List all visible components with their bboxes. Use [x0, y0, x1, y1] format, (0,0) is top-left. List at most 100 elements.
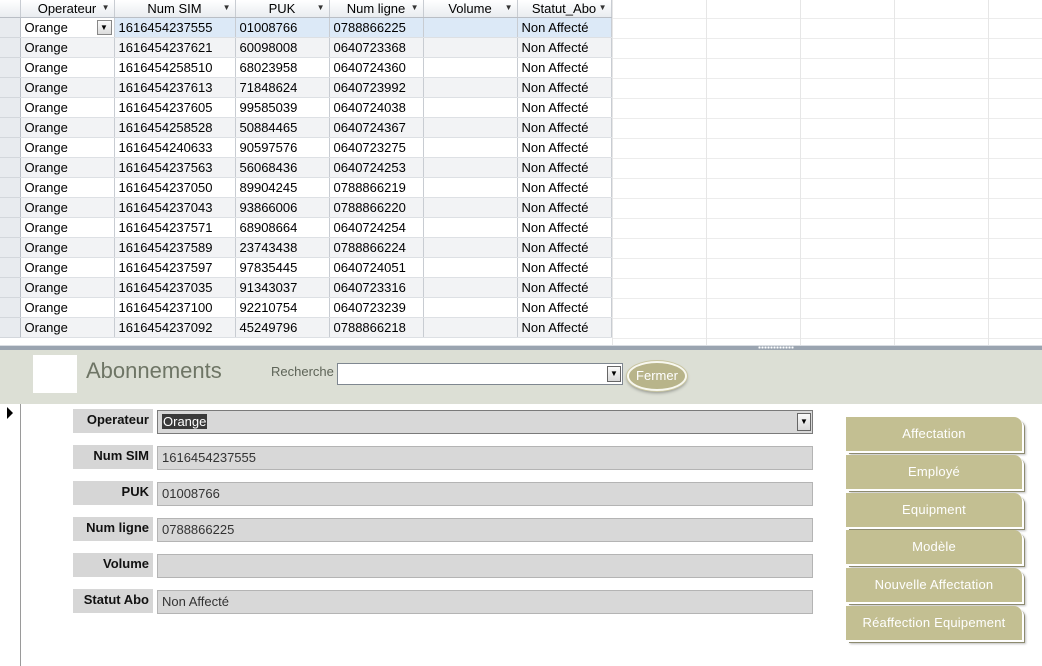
row-selector[interactable]	[0, 117, 21, 138]
table-cell[interactable]: Non Affecté	[517, 237, 612, 258]
table-cell[interactable]: 0640723368	[329, 37, 424, 58]
table-cell[interactable]	[423, 237, 518, 258]
table-cell[interactable]: 1616454237043	[114, 197, 236, 218]
table-cell[interactable]: 71848624	[235, 77, 330, 98]
table-cell[interactable]	[423, 217, 518, 238]
table-cell[interactable]: Orange	[20, 97, 115, 118]
table-cell[interactable]: 1616454258528	[114, 117, 236, 138]
table-cell[interactable]: 1616454237597	[114, 257, 236, 278]
table-cell[interactable]	[423, 277, 518, 298]
table-cell[interactable]	[423, 57, 518, 78]
table-row[interactable]: Orange 1616454237589 23743438 0788866224 Non…	[0, 237, 612, 258]
table-cell[interactable]: Orange	[20, 177, 115, 198]
table-cell[interactable]: Orange	[20, 317, 115, 338]
sort-filter-icon[interactable]: ▼	[102, 3, 110, 12]
table-cell[interactable]: Orange	[20, 297, 115, 318]
table-cell[interactable]: 97835445	[235, 257, 330, 278]
table-cell[interactable]: 0640723316	[329, 277, 424, 298]
table-cell[interactable]	[423, 257, 518, 278]
equipment-button[interactable]: Equipment	[846, 493, 1022, 527]
statut-abo-input[interactable]: Non Affecté	[157, 590, 813, 614]
table-cell[interactable]: 0788866218	[329, 317, 424, 338]
table-cell[interactable]	[423, 77, 518, 98]
table-cell[interactable]: Orange	[20, 117, 115, 138]
table-cell[interactable]	[423, 177, 518, 198]
table-cell[interactable]: Orange	[20, 57, 115, 78]
table-cell[interactable]: Orange	[20, 217, 115, 238]
table-cell[interactable]: 56068436	[235, 157, 330, 178]
num-sim-input[interactable]: 1616454237555	[157, 446, 813, 470]
sort-filter-icon[interactable]: ▼	[411, 3, 419, 12]
table-row[interactable]: Orange 1616454237050 89904245 0788866219 Non…	[0, 177, 612, 198]
table-cell[interactable]	[423, 17, 518, 38]
table-row[interactable]: Orange 1616454237092 45249796 0788866218 Non…	[0, 317, 612, 338]
table-cell[interactable]: 01008766	[235, 17, 330, 38]
column-header-num-sim[interactable]: Num SIM ▼	[114, 0, 236, 18]
table-cell[interactable]: 0640724051	[329, 257, 424, 278]
affectation-button[interactable]: Affectation	[846, 417, 1022, 451]
row-selector[interactable]	[0, 17, 21, 38]
table-row[interactable]: Orange 1616454237597 97835445 0640724051 Non…	[0, 257, 612, 278]
row-selector[interactable]	[0, 257, 21, 278]
sort-filter-icon[interactable]: ▼	[317, 3, 325, 12]
table-cell[interactable]: 1616454240633	[114, 137, 236, 158]
table-row[interactable]: Orange 1616454237100 92210754 0640723239 Non…	[0, 297, 612, 318]
sort-filter-icon[interactable]: ▼	[599, 3, 607, 12]
table-cell[interactable]: 91343037	[235, 277, 330, 298]
table-cell[interactable]: 0640723239	[329, 297, 424, 318]
column-header-volume[interactable]: Volume ▼	[423, 0, 518, 18]
record-selector[interactable]	[0, 404, 21, 666]
table-row[interactable]: Orange 1616454237563 56068436 0640724253 Non…	[0, 157, 612, 178]
table-cell[interactable]: 1616454258510	[114, 57, 236, 78]
table-cell[interactable]: 0788866224	[329, 237, 424, 258]
reaffection-equipement-button[interactable]: Réaffection Equipement	[846, 606, 1022, 640]
table-cell[interactable]: Non Affecté	[517, 17, 612, 38]
table-cell[interactable]: 0640724038	[329, 97, 424, 118]
table-cell[interactable]: 1616454237621	[114, 37, 236, 58]
table-cell[interactable]: 90597576	[235, 137, 330, 158]
table-cell[interactable]: Non Affecté	[517, 317, 612, 338]
num-ligne-input[interactable]: 0788866225	[157, 518, 813, 542]
table-row[interactable]: Orange 1616454237035 91343037 0640723316 Non…	[0, 277, 612, 298]
row-selector[interactable]	[0, 317, 21, 338]
table-cell[interactable]: 92210754	[235, 297, 330, 318]
table-cell[interactable]: Orange	[20, 237, 115, 258]
table-cell[interactable]: Non Affecté	[517, 257, 612, 278]
table-cell[interactable]: 1616454237050	[114, 177, 236, 198]
table-cell[interactable]: Orange	[20, 37, 115, 58]
table-cell[interactable]: Orange	[20, 157, 115, 178]
table-cell[interactable]: 60098008	[235, 37, 330, 58]
table-cell[interactable]	[423, 317, 518, 338]
table-cell[interactable]	[423, 37, 518, 58]
row-selector[interactable]	[0, 37, 21, 58]
table-cell[interactable]: 0788866220	[329, 197, 424, 218]
table-cell[interactable]: Orange	[20, 197, 115, 218]
table-cell[interactable]: Non Affecté	[517, 157, 612, 178]
table-row[interactable]: Orange 1616454237605 99585039 0640724038 Non…	[0, 97, 612, 118]
table-cell[interactable]: 1616454237035	[114, 277, 236, 298]
row-selector[interactable]	[0, 217, 21, 238]
table-cell[interactable]	[423, 157, 518, 178]
table-row[interactable]: Orange ▼ 1616454237555 01008766 0788866225 No…	[0, 17, 612, 38]
column-header-puk[interactable]: PUK ▼	[235, 0, 330, 18]
row-selector[interactable]	[0, 77, 21, 98]
table-cell[interactable]: 93866006	[235, 197, 330, 218]
table-cell[interactable]: Non Affecté	[517, 57, 612, 78]
table-row[interactable]: Orange 1616454237043 93866006 0788866220 Non…	[0, 197, 612, 218]
table-cell[interactable]: 68908664	[235, 217, 330, 238]
table-row[interactable]: Orange 1616454240633 90597576 0640723275 Non…	[0, 137, 612, 158]
table-cell[interactable]: 0788866219	[329, 177, 424, 198]
row-selector[interactable]	[0, 177, 21, 198]
table-cell[interactable]: Orange ▼	[20, 17, 115, 38]
table-cell[interactable]: 0640724360	[329, 57, 424, 78]
table-cell[interactable]: 0640724367	[329, 117, 424, 138]
table-cell[interactable]: 68023958	[235, 57, 330, 78]
table-cell[interactable]: 0640723992	[329, 77, 424, 98]
table-cell[interactable]	[423, 297, 518, 318]
chevron-down-icon[interactable]: ▼	[797, 413, 811, 431]
table-cell[interactable]: Non Affecté	[517, 117, 612, 138]
splitter-grip-icon[interactable]	[758, 346, 794, 349]
table-cell[interactable]: Orange	[20, 277, 115, 298]
employe-button[interactable]: Employé	[846, 455, 1022, 489]
close-button[interactable]: Fermer	[627, 361, 687, 391]
